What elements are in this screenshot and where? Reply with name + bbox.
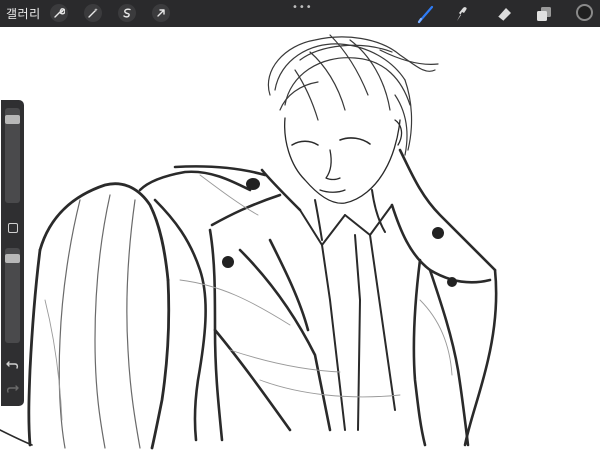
- gallery-button[interactable]: 갤러리: [6, 5, 41, 22]
- brush-icon[interactable]: [416, 4, 436, 24]
- sketch-collar: [299, 189, 396, 431]
- eraser-icon[interactable]: [494, 4, 514, 24]
- redo-icon: [6, 385, 19, 393]
- top-toolbar: 갤러리 •••: [0, 0, 600, 27]
- side-toolbar: [1, 100, 24, 406]
- more-options-button[interactable]: •••: [292, 2, 313, 13]
- brush-size-slider[interactable]: [5, 108, 20, 203]
- sketch-coat-buttons: [222, 178, 457, 287]
- transform-arrow-icon[interactable]: [152, 4, 170, 22]
- redo-button[interactable]: [5, 381, 20, 395]
- undo-icon: [6, 361, 19, 369]
- modify-button[interactable]: [8, 223, 18, 233]
- color-picker-button[interactable]: [576, 4, 593, 21]
- opacity-thumb[interactable]: [5, 253, 20, 263]
- wrench-icon[interactable]: [50, 4, 68, 22]
- brush-size-thumb[interactable]: [5, 114, 20, 124]
- sketch-face: [284, 117, 403, 204]
- sketch-coat-right: [390, 148, 498, 447]
- selection-icon[interactable]: [118, 4, 136, 22]
- drawing-canvas[interactable]: [0, 27, 600, 450]
- magic-wand-icon[interactable]: [84, 4, 102, 22]
- sketch-sleeve: [0, 182, 171, 450]
- opacity-slider[interactable]: [5, 248, 20, 343]
- layers-icon[interactable]: [534, 4, 554, 24]
- smudge-icon[interactable]: [452, 4, 472, 24]
- sketch-hair: [267, 34, 439, 156]
- undo-button[interactable]: [5, 357, 20, 371]
